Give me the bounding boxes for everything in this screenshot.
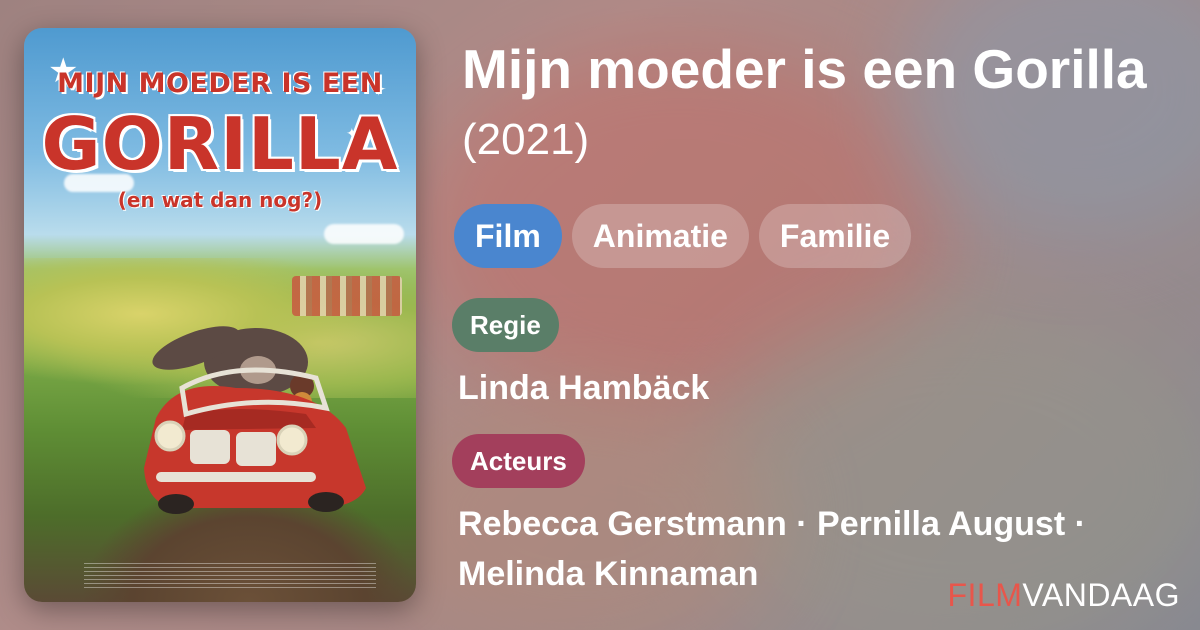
site-logo[interactable]: FILMVANDAAG <box>948 577 1181 614</box>
poster-car-illustration <box>144 326 366 514</box>
tag-film[interactable]: Film <box>454 204 562 268</box>
poster-title-sub: (en wat dan nog?) <box>117 188 323 212</box>
poster-credits <box>84 563 376 591</box>
logo-part-vandaag: VANDAAG <box>1022 577 1180 613</box>
actors-label: Acteurs <box>452 434 585 488</box>
poster-title-main: GORILLA <box>41 102 399 186</box>
director-label: Regie <box>452 298 559 352</box>
tag-familie[interactable]: Familie <box>758 204 912 268</box>
movie-year: (2021) <box>462 115 590 164</box>
logo-part-film: FILM <box>947 577 1023 613</box>
poster-title-top: MIJN MOEDER IS EEN <box>57 68 383 99</box>
movie-poster[interactable]: ★ ✦ ✦ MIJN MOEDER IS EEN GORILLA (en wat… <box>24 28 416 602</box>
director-name[interactable]: Linda Hambäck <box>458 363 709 413</box>
cloud <box>324 224 404 244</box>
tag-animatie[interactable]: Animatie <box>571 204 749 268</box>
genre-tags: Film Animatie Familie <box>454 204 912 268</box>
poster-town <box>292 276 402 316</box>
page-title: Mijn moeder is een Gorilla (2021) <box>462 36 1162 173</box>
movie-title: Mijn moeder is een Gorilla <box>462 38 1147 100</box>
